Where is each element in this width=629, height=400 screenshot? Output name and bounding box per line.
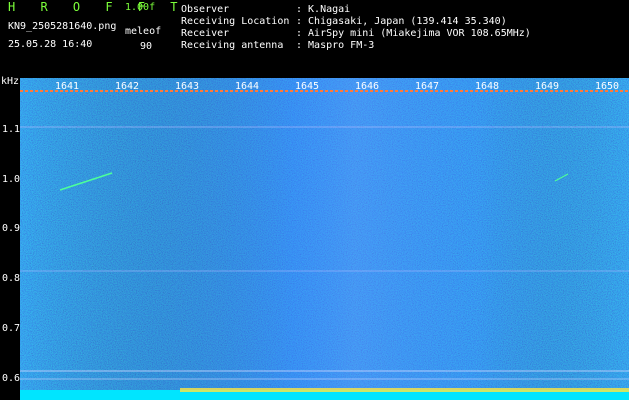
x-tick-1644: 1644 [235,81,260,92]
y-tick-0.7: 0.7 [2,323,21,334]
meta-value-observer: : K.Nagai [296,4,351,15]
date-time: 25.05.28 16:40 [8,39,93,50]
x-tick-1641: 1641 [55,81,80,92]
y-tick-1.1: 1.1 [2,124,21,135]
meta-value-location: : Chigasaki, Japan (139.414 35.340) [296,16,507,27]
x-tick-1648: 1648 [475,81,500,92]
x-tick-1649: 1649 [535,81,560,92]
meta-key-location: Receiving Location [181,16,290,27]
x-tick-1642: 1642 [115,81,140,92]
y-tick-1.0: 1.0 [2,174,21,185]
x-tick-1646: 1646 [355,81,380,92]
x-tick-1647: 1647 [415,81,440,92]
x-tick-1645: 1645 [295,81,320,92]
x-tick-1650: 1650 [595,81,620,92]
y-tick-0.6: 0.6 [2,373,21,384]
meta-key-receiver: Receiver [181,28,230,39]
x-tick-1643: 1643 [175,81,200,92]
spectrogram-dense-band [20,78,629,400]
meta-key-observer: Observer [181,4,230,15]
y-tick-0.9: 0.9 [2,223,21,234]
frequency-unit-label: kHz [1,76,20,87]
mode-value: 90 [140,41,153,52]
meta-value-antenna: : Maspro FM-3 [296,40,375,51]
app-version: 1.00f [125,2,156,13]
meta-value-receiver: : AirSpy mini (Miakejima VOR 108.65MHz) [296,28,531,39]
y-tick-0.8: 0.8 [2,273,21,284]
file-name: KN9_2505281640.png [8,21,117,32]
app-title: H R O F F T [8,0,187,14]
spectrogram [20,78,629,400]
bottom-intensity-highlight [180,388,629,392]
mode-label: meleof [125,26,162,37]
meta-key-antenna: Receiving antenna [181,40,284,51]
